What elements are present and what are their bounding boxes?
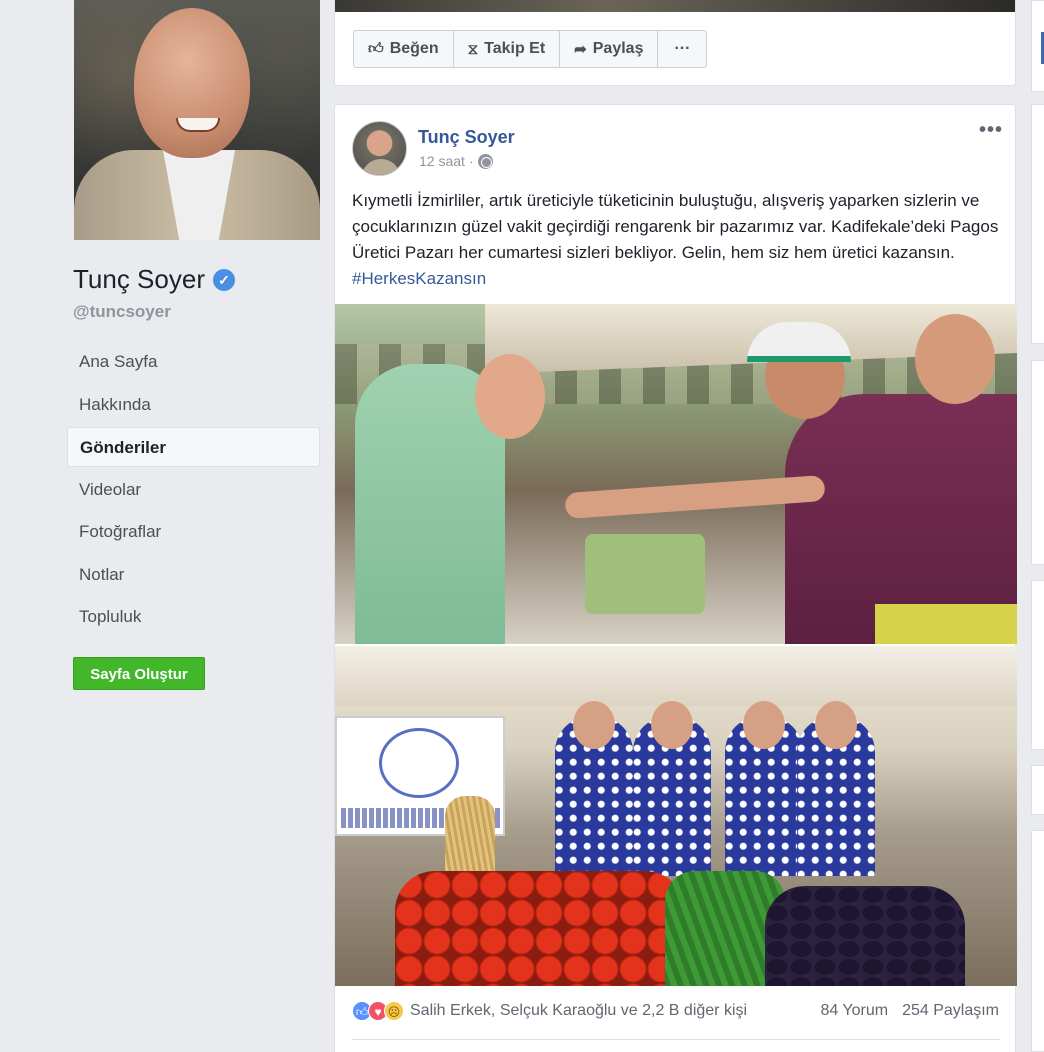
follow-label: Takip Et [484, 40, 546, 57]
engagement-counts: 84 Yorum 254 Paylaşım [820, 1002, 999, 1020]
photo-vegetable-basket [585, 534, 705, 614]
share-arrow-icon: ➦ [574, 41, 587, 58]
sidebar-nav: Ana Sayfa Hakkında Gönderiler Videolar F… [67, 342, 320, 640]
rss-icon: ⧖ [467, 40, 479, 58]
cooperative-logo-icon [379, 728, 459, 798]
page-username[interactable]: @tuncsoyer [73, 302, 171, 322]
cover-photo-edge[interactable] [335, 0, 1015, 12]
right-card-6 [1031, 830, 1044, 1052]
sidebar-item-photos[interactable]: Fotoğraflar [67, 512, 320, 552]
page-title: Tunç Soyer ✓ [73, 264, 235, 295]
post-meta: 12 saat · [419, 153, 493, 169]
right-card-2 [1031, 104, 1044, 344]
author-avatar[interactable] [352, 121, 407, 176]
hashtag-link[interactable]: #HerkesKazansın [352, 269, 486, 288]
reaction-summary[interactable]: 👍︎ ♥ ☹ Salih Erkek, Selçuk Karaoğlu ve 2… [352, 1001, 747, 1021]
sidebar-item-about[interactable]: Hakkında [67, 385, 320, 425]
photo-woman-3-face [743, 701, 785, 749]
photo-woman-2-face [651, 701, 693, 749]
sidebar-item-videos[interactable]: Videolar [67, 470, 320, 510]
post-timestamp[interactable]: 12 saat [419, 153, 465, 169]
reactors-text[interactable]: Salih Erkek, Selçuk Karaoğlu ve 2,2 B di… [410, 1002, 747, 1020]
post-author[interactable]: Tunç Soyer [418, 127, 515, 148]
right-card-3 [1031, 360, 1044, 565]
post-body: Kıymetli İzmirliler, artık üreticiyle tü… [352, 191, 999, 262]
share-page-button[interactable]: ➦ Paylaş [560, 31, 659, 67]
globe-icon[interactable] [477, 153, 493, 169]
more-actions-button[interactable]: ··· [658, 31, 706, 67]
photo-woman-4-face [815, 701, 857, 749]
profile-photo[interactable] [74, 0, 320, 240]
photo-tent [335, 646, 1017, 706]
photo-eggplants [765, 886, 965, 986]
sidebar-item-home[interactable]: Ana Sayfa [67, 342, 320, 382]
post-options-icon[interactable]: ••• [979, 119, 1003, 142]
page-name-text: Tunç Soyer [73, 264, 205, 294]
page-actions-card: 👍︎ Beğen ⧖ Takip Et ➦ Paylaş ··· [334, 0, 1016, 86]
right-card-5 [1031, 765, 1044, 815]
share-count[interactable]: 254 Paylaşım [902, 1002, 999, 1020]
sidebar-item-community[interactable]: Topluluk [67, 597, 320, 637]
right-column-edge [1031, 0, 1044, 1052]
verified-badge-icon: ✓ [212, 268, 235, 291]
post-divider [352, 1039, 1000, 1040]
sidebar-item-notes[interactable]: Notlar [67, 555, 320, 595]
post-text: Kıymetli İzmirliler, artık üreticiyle tü… [352, 188, 1002, 292]
photo-woman-1-face [573, 701, 615, 749]
like-label: Beğen [389, 40, 439, 57]
photo-head [134, 8, 250, 158]
share-label: Paylaş [592, 40, 644, 57]
follow-button[interactable]: ⧖ Takip Et [454, 31, 561, 67]
thumbs-up-icon: 👍︎ [368, 40, 384, 57]
photo-tomatoes [395, 871, 685, 986]
comment-count[interactable]: 84 Yorum [820, 1002, 888, 1020]
like-page-button[interactable]: 👍︎ Beğen [354, 31, 454, 67]
more-dots-icon: ··· [674, 40, 691, 57]
sidebar-item-posts[interactable]: Gönderiler [67, 427, 320, 467]
post-card: Tunç Soyer 12 saat · ••• Kıymetli İzmirl… [334, 104, 1017, 1052]
post-photo-1[interactable] [335, 304, 1017, 644]
create-page-button[interactable]: Sayfa Oluştur [73, 657, 205, 690]
photo-vendor-head [915, 314, 995, 404]
action-button-group: 👍︎ Beğen ⧖ Takip Et ➦ Paylaş ··· [353, 30, 708, 68]
photo-produce [875, 604, 1017, 644]
sad-reaction-icon: ☹ [384, 1001, 404, 1021]
meta-separator: · [468, 153, 474, 169]
photo-mayor-head [475, 354, 545, 439]
post-photo-2[interactable] [335, 646, 1017, 986]
right-card-4 [1031, 580, 1044, 750]
